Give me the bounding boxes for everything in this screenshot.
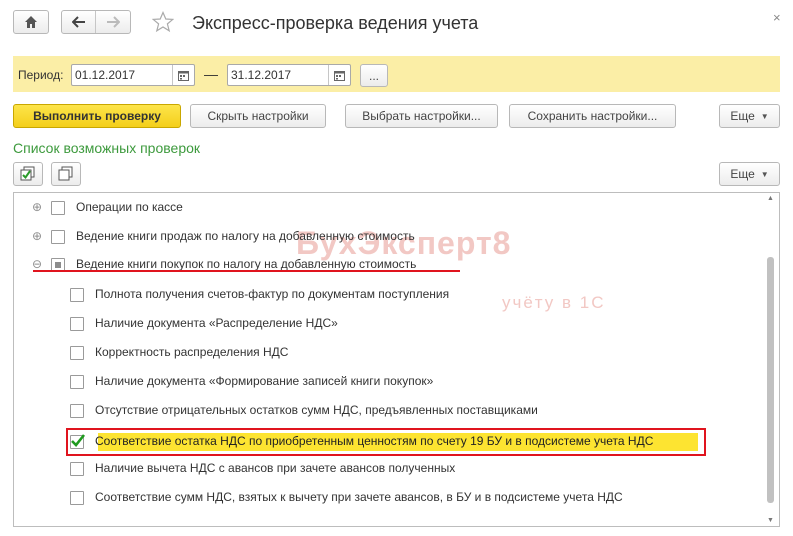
partial-mark-icon (55, 262, 61, 268)
expand-icon[interactable]: ⊕ (32, 200, 42, 214)
more-label: Еще (730, 109, 755, 123)
section-title: Список возможных проверок (13, 140, 201, 156)
period-dash: — (204, 66, 218, 82)
calendar-icon[interactable] (172, 65, 194, 85)
list-item-label: Отсутствие отрицательных остатков сумм Н… (95, 403, 538, 417)
chevron-down-icon: ▼ (760, 169, 769, 179)
run-check-button[interactable]: Выполнить проверку (13, 104, 181, 128)
list-item[interactable]: ⊖ Ведение книги покупок по налогу на доб… (14, 253, 754, 277)
arrow-left-icon (71, 16, 85, 28)
checkbox[interactable] (70, 404, 84, 418)
checkbox[interactable] (70, 462, 84, 476)
list-item-label: Ведение книги продаж по налогу на добавл… (76, 229, 415, 243)
save-settings-button[interactable]: Сохранить настройки... (509, 104, 676, 128)
list-item[interactable]: ⊕ Операции по кассе (14, 196, 754, 220)
choose-settings-button[interactable]: Выбрать настройки... (345, 104, 498, 128)
home-button[interactable] (13, 10, 49, 34)
checkbox[interactable] (70, 288, 84, 302)
checkmark-icon (71, 434, 86, 447)
list-item-label: Наличие документа «Распределение НДС» (95, 316, 338, 330)
checks-list[interactable]: БухЭксперт8 учёту в 1С ⊕ Операции по кас… (13, 192, 780, 527)
page-title: Экспресс-проверка ведения учета (192, 13, 479, 33)
annotation-underline (33, 270, 460, 272)
list-item-label: Полнота получения счетов-фактур по докум… (95, 287, 450, 301)
list-item-label: Операции по кассе (76, 200, 183, 214)
hide-settings-button[interactable]: Скрыть настройки (190, 104, 326, 128)
checkbox[interactable] (70, 491, 84, 505)
checkbox-checked[interactable] (70, 434, 86, 449)
list-item[interactable]: Отсутствие отрицательных остатков сумм Н… (14, 399, 754, 423)
chevron-down-icon: ▼ (760, 111, 769, 121)
list-more-label: Еще (730, 167, 755, 181)
period-to-field[interactable]: 31.12.2017 (227, 64, 351, 86)
home-icon (25, 16, 37, 28)
list-item[interactable]: Наличие документа «Распределение НДС» (14, 312, 754, 336)
list-item-label: Наличие документа «Формирование записей … (95, 374, 434, 388)
list-item-label: Соответствие остатка НДС по приобретенны… (95, 434, 654, 448)
check-all-icon (20, 166, 35, 181)
more-button[interactable]: Еще ▼ (719, 104, 780, 128)
expand-icon[interactable]: ⊕ (32, 229, 42, 243)
choose-period-button[interactable]: ... (360, 64, 388, 87)
list-item[interactable]: Корректность распределения НДС (14, 341, 754, 365)
scroll-down-icon[interactable]: ▼ (767, 517, 774, 524)
list-item-label: Корректность распределения НДС (95, 345, 289, 359)
list-item[interactable]: Полнота получения счетов-фактур по докум… (14, 283, 754, 307)
period-from-value: 01.12.2017 (75, 68, 136, 82)
uncheck-all-button[interactable] (51, 162, 81, 186)
period-from-field[interactable]: 01.12.2017 (71, 64, 195, 86)
nav-buttons (61, 10, 131, 34)
checkbox[interactable] (51, 201, 65, 215)
period-to-value: 31.12.2017 (231, 68, 292, 82)
list-item[interactable]: Наличие вычета НДС с авансов при зачете … (14, 457, 754, 481)
favorite-star-icon[interactable] (151, 10, 175, 36)
checkbox[interactable] (70, 317, 84, 331)
checkbox[interactable] (70, 346, 84, 360)
collapse-icon[interactable]: ⊖ (32, 257, 42, 271)
list-item-label: Наличие вычета НДС с авансов при зачете … (95, 461, 456, 475)
list-more-button[interactable]: Еще ▼ (719, 162, 780, 186)
period-label: Период: (18, 68, 64, 82)
list-item[interactable]: ⊕ Ведение книги продаж по налогу на доба… (14, 225, 754, 249)
list-item[interactable]: Наличие документа «Формирование записей … (14, 370, 754, 394)
scrollbar-thumb[interactable] (767, 257, 774, 503)
checkbox[interactable] (70, 375, 84, 389)
back-button[interactable] (62, 11, 97, 33)
list-item[interactable]: Соответствие сумм НДС, взятых к вычету п… (14, 486, 754, 510)
list-item-highlighted[interactable]: Соответствие остатка НДС по приобретенны… (14, 430, 754, 454)
calendar-icon[interactable] (328, 65, 350, 85)
scrollbar[interactable]: ▲ ▼ (766, 195, 775, 524)
checkbox[interactable] (51, 230, 65, 244)
check-all-button[interactable] (13, 162, 43, 186)
list-item-label: Ведение книги покупок по налогу на добав… (76, 257, 417, 271)
scroll-up-icon[interactable]: ▲ (767, 195, 774, 202)
uncheck-all-icon (58, 166, 73, 181)
forward-button[interactable] (96, 11, 130, 33)
arrow-right-icon (107, 16, 120, 28)
close-icon[interactable]: × (773, 10, 781, 25)
list-item-label: Соответствие сумм НДС, взятых к вычету п… (95, 490, 623, 504)
